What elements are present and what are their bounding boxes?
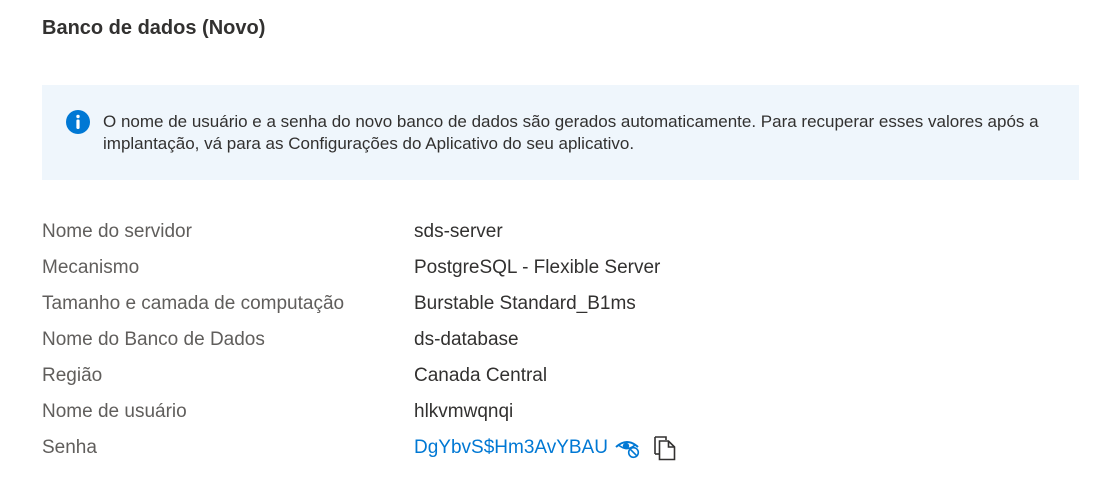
copy-icon: [654, 436, 676, 461]
password-actions: [612, 430, 680, 466]
info-icon: [66, 110, 90, 134]
toggle-password-button[interactable]: [612, 434, 642, 462]
detail-label: Senha: [42, 437, 97, 458]
detail-value: PostgreSQL - Flexible Server: [414, 257, 661, 278]
detail-value: Canada Central: [414, 365, 548, 386]
details-list: Nome do servidor sds-server Mecanismo Po…: [42, 214, 1042, 466]
detail-row-region: Região Canada Central: [42, 358, 1042, 394]
copy-password-button[interactable]: [650, 433, 680, 463]
password-value: DgYbvS$Hm3AvYBAU: [414, 437, 608, 458]
database-summary-panel: Banco de dados (Novo) O nome de usuário …: [0, 0, 1095, 489]
eye-hide-icon: [615, 441, 640, 459]
detail-row-username: Nome de usuário hlkvmwqnqi: [42, 394, 1042, 430]
detail-label: Nome do Banco de Dados: [42, 329, 265, 350]
info-message-text: O nome de usuário e a senha do novo banc…: [103, 112, 1039, 153]
section-title: Banco de dados (Novo): [42, 17, 266, 39]
detail-value: ds-database: [414, 329, 519, 350]
detail-value: hlkvmwqnqi: [414, 401, 514, 422]
detail-label: Tamanho e camada de computação: [42, 293, 345, 314]
detail-label: Nome de usuário: [42, 401, 187, 422]
detail-row-server-name: Nome do servidor sds-server: [42, 214, 1042, 250]
info-message-bar: O nome de usuário e a senha do novo banc…: [42, 85, 1079, 180]
detail-row-password: Senha DgYbvS$Hm3AvYBAU: [42, 430, 1042, 466]
detail-label: Região: [42, 365, 103, 386]
detail-row-compute-size: Tamanho e camada de computação Burstable…: [42, 286, 1042, 322]
detail-row-engine: Mecanismo PostgreSQL - Flexible Server: [42, 250, 1042, 286]
detail-label: Mecanismo: [42, 257, 140, 278]
detail-value: Burstable Standard_B1ms: [414, 293, 636, 314]
detail-value: sds-server: [414, 221, 503, 242]
detail-row-database-name: Nome do Banco de Dados ds-database: [42, 322, 1042, 358]
detail-label: Nome do servidor: [42, 221, 192, 242]
